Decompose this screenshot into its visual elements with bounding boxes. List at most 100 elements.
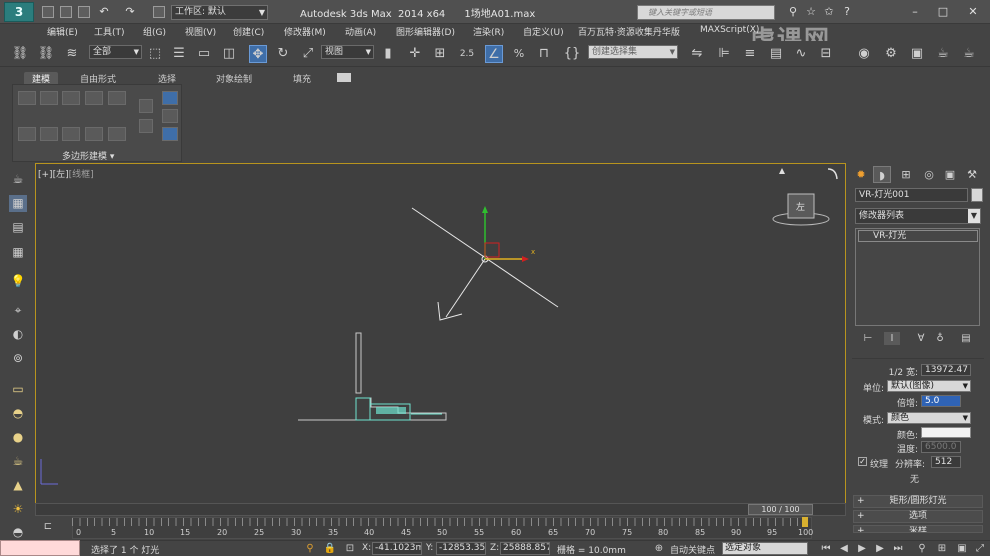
layer-explorer-icon[interactable]: ▤ <box>9 219 27 236</box>
rollout-options[interactable]: + 选项 <box>853 510 983 523</box>
snaps-toggle-icon[interactable]: 2.5 <box>458 45 476 63</box>
modify-mode-icon[interactable] <box>18 127 36 141</box>
x-coord-field[interactable]: -41.1023m <box>372 542 422 555</box>
isolate-selection-icon[interactable]: ⚲ <box>303 542 317 555</box>
stack-item[interactable]: VR-灯光 <box>858 230 978 242</box>
minimize-icon[interactable]: – <box>908 5 922 19</box>
app-logo-button[interactable]: 3 <box>4 2 34 22</box>
y-coord-field[interactable]: -12853.35 <box>436 542 486 555</box>
light-color-swatch[interactable] <box>921 427 971 438</box>
bind-space-warp-icon[interactable]: ≋ <box>63 45 81 63</box>
viewport-plus-menu[interactable]: [+] <box>38 170 53 180</box>
mode-select[interactable]: 颜色 ▼ <box>887 412 971 424</box>
binoculars-icon[interactable]: ⚲ <box>786 5 800 19</box>
texture-checkbox[interactable]: ✓ <box>858 457 867 466</box>
open-file-icon[interactable] <box>60 6 72 18</box>
z-coord-field[interactable]: 25888.857 <box>500 542 550 555</box>
light-bulb-icon[interactable]: 💡 <box>9 273 27 290</box>
hemisphere-icon[interactable]: ◓ <box>9 405 27 422</box>
selection-lock-icon[interactable]: 🔒 <box>323 542 337 555</box>
maximize-icon[interactable]: □ <box>936 5 950 19</box>
display-tab-icon[interactable]: ▣ <box>941 166 959 183</box>
ignore-backfacing-icon[interactable] <box>162 109 178 123</box>
zoom-icon[interactable]: ⚲ <box>915 542 929 555</box>
half-width-field[interactable]: 13972.47 <box>921 364 971 376</box>
select-link-icon[interactable]: ⛓ <box>11 45 29 63</box>
goto-start-icon[interactable]: ⏮ <box>819 542 833 555</box>
scale-icon[interactable]: ⤢ <box>299 45 317 63</box>
menu-edit[interactable]: 编辑(E) <box>47 25 78 38</box>
border-mode-icon[interactable] <box>62 91 80 105</box>
workspace-select[interactable]: 工作区: 默认 ▼ <box>171 5 268 20</box>
ribbon-panel-label[interactable]: 多边形建模 ▾ <box>62 149 114 162</box>
help-search-input[interactable]: 键入关键字或短语 <box>637 5 775 20</box>
use-nurms-icon[interactable] <box>162 91 178 105</box>
pivot-tools-icon[interactable] <box>162 127 178 141</box>
star-icon[interactable]: ☆ <box>804 5 818 19</box>
select-manipulate-icon[interactable]: ✛ <box>406 45 424 63</box>
polygon-mode-icon[interactable] <box>85 91 103 105</box>
multiplier-field[interactable]: 5.0 <box>921 395 961 407</box>
edit-named-selection-icon[interactable]: {} <box>563 45 581 63</box>
keyboard-shortcut-icon[interactable]: ⊞ <box>431 45 449 63</box>
scene-explorer-icon[interactable]: ▦ <box>9 195 27 212</box>
unlink-icon[interactable]: ⛓ <box>37 45 55 63</box>
units-select[interactable]: 默认(图像) ▼ <box>887 380 971 392</box>
menu-tools[interactable]: 工具(T) <box>94 25 125 38</box>
viewport-left[interactable]: x 左 <box>35 163 846 514</box>
material-editor-icon[interactable]: ◉ <box>855 45 873 63</box>
sun-icon[interactable]: ☀ <box>9 501 27 518</box>
menu-plugin[interactable]: 百万瓦特·资源收集丹华版 <box>578 25 680 38</box>
menu-create[interactable]: 创建(C) <box>233 25 264 38</box>
render-setup-icon[interactable]: ⚙ <box>882 45 900 63</box>
menu-views[interactable]: 视图(V) <box>185 25 216 38</box>
autokey-label[interactable]: 自动关键点 <box>670 543 715 556</box>
element-mode-icon[interactable] <box>108 91 126 105</box>
menu-graph-editors[interactable]: 图形编辑器(D) <box>396 25 455 38</box>
time-slider[interactable] <box>35 503 846 516</box>
viewport-layout-icon[interactable]: ▦ <box>9 244 27 261</box>
vertex-mode-icon[interactable] <box>18 91 36 105</box>
utilities-tab-icon[interactable]: ⚒ <box>963 166 981 183</box>
menu-rendering[interactable]: 渲染(R) <box>473 25 504 38</box>
render-iterative-icon[interactable]: ☕ <box>960 45 978 63</box>
maximize-viewport-icon[interactable]: ⤢ <box>973 542 987 555</box>
named-selection-set-select[interactable]: 创建选择集 ▼ <box>588 45 678 59</box>
teapot-icon[interactable]: ☕ <box>9 171 27 188</box>
spinner-snap-icon[interactable]: ⊓ <box>535 45 553 63</box>
set-key-filter-select[interactable]: 选定对象 <box>722 542 808 555</box>
video-camera-icon[interactable]: ⊚ <box>9 350 27 367</box>
ribbon-tab-populate[interactable]: 填充 <box>293 72 311 85</box>
rendered-frame-icon[interactable]: ▣ <box>908 45 926 63</box>
render-production-icon[interactable]: ☕ <box>934 45 952 63</box>
motion-tab-icon[interactable]: ◎ <box>920 166 938 183</box>
angle-snap-icon[interactable]: ∠ <box>485 45 503 63</box>
redo-icon[interactable]: ↷ <box>123 5 137 19</box>
cone-icon[interactable]: ▲ <box>9 477 27 494</box>
save-file-icon[interactable] <box>78 6 90 18</box>
sphere-icon[interactable]: ● <box>9 429 27 446</box>
select-by-name-icon[interactable]: ☰ <box>170 45 188 63</box>
move-icon[interactable]: ✥ <box>249 45 267 63</box>
goto-end-icon[interactable]: ⏭ <box>891 542 905 555</box>
ribbon-toggle-icon[interactable]: ▤ <box>767 45 785 63</box>
modify-tab-icon[interactable]: ◗ <box>873 166 891 183</box>
texture-map-button[interactable]: 无 <box>910 472 919 485</box>
percent-snap-icon[interactable]: % <box>510 45 528 63</box>
align-icon[interactable]: ⊫ <box>715 45 733 63</box>
viewport-label-menu[interactable]: [+][左][线框] <box>38 167 94 180</box>
configure-sets-icon[interactable]: ▤ <box>958 332 974 345</box>
absolute-mode-icon[interactable]: ⊡ <box>343 542 357 555</box>
collapse-stack-icon[interactable] <box>40 127 58 141</box>
rollout-rect-disc-light[interactable]: + 矩形/圆形灯光 <box>853 495 983 508</box>
object-color-swatch[interactable] <box>971 188 983 202</box>
convert-poly-icon[interactable] <box>85 127 103 141</box>
reference-coord-select[interactable]: 视图 ▼ <box>321 45 374 59</box>
close-icon[interactable]: ✕ <box>966 5 980 19</box>
teapot-primitive-icon[interactable]: ☕ <box>9 453 27 470</box>
zoom-extents-icon[interactable]: ▣ <box>955 542 969 555</box>
favorites-icon[interactable]: ✩ <box>822 5 836 19</box>
camera-icon[interactable]: ⌖ <box>9 302 27 319</box>
project-folder-icon[interactable] <box>153 6 165 18</box>
preview-off-icon[interactable] <box>139 99 153 113</box>
